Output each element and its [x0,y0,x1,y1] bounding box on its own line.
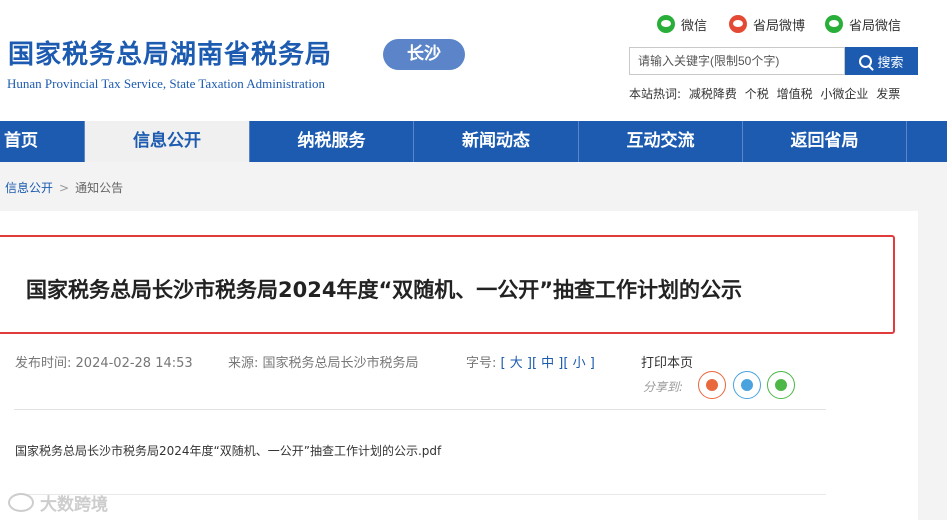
article-source: 来源: 国家税务总局长沙市税务局 [228,352,419,371]
nav-item-back-to-province[interactable]: 返回省局 [743,121,907,162]
share-wechat-button[interactable] [767,371,795,399]
watermark-text: 大数跨境 [40,495,108,515]
weibo-icon [706,379,718,391]
hot-word-link[interactable]: 小微企业 [820,87,868,101]
social-link-provincial-wechat[interactable]: 省局微信 [825,14,901,34]
publish-time: 发布时间: 2024-02-28 14:53 [15,352,193,371]
nav-item-tax-service[interactable]: 纳税服务 [250,121,414,162]
city-badge: 长沙 [383,39,465,70]
hot-words-label: 本站热词: [629,87,682,101]
site-logo-title[interactable]: 国家税务总局湖南省税务局 [8,34,332,71]
print-page-link[interactable]: 打印本页 [641,352,693,371]
wechat-icon [657,15,675,33]
attachment-link[interactable]: 国家税务总局长沙市税务局2024年度“双随机、一公开”抽查工作计划的公示.pdf [15,442,441,459]
divider [14,494,826,495]
wechat-icon [775,379,787,391]
hot-word-link[interactable]: 个税 [745,87,769,101]
qq-icon [741,379,753,391]
header: 国家税务总局湖南省税务局 长沙 Hunan Provincial Tax Ser… [0,0,947,121]
nav-item-news[interactable]: 新闻动态 [414,121,579,162]
divider [14,409,826,410]
social-link-label: 微信 [681,18,708,34]
main-nav: 首页 信息公开 纳税服务 新闻动态 互动交流 返回省局 [0,121,947,162]
breadcrumb: 信息公开 > 通知公告 [5,179,123,196]
hot-words: 本站热词: 减税降费 个税 增值税 小微企业 发票 [629,85,904,102]
font-size-switcher: 字号: [ 大 ][ 中 ][ 小 ] [466,352,595,371]
publish-time-value: 2024-02-28 14:53 [75,356,193,371]
publish-time-label: 发布时间: [15,356,72,371]
share-label: 分享到: [643,380,684,394]
nav-item-info-disclosure[interactable]: 信息公开 [85,121,250,162]
font-size-small[interactable]: [ 小 ] [563,356,594,371]
share-qq-button[interactable] [733,371,761,399]
social-link-weibo[interactable]: 省局微博 [729,14,805,34]
source-label: 来源: [228,356,259,371]
font-size-large[interactable]: [ 大 ] [501,356,532,371]
social-link-label: 省局微信 [849,18,902,34]
breadcrumb-separator: > [59,181,70,195]
search-icon [859,54,873,68]
search-button[interactable]: 搜索 [845,47,918,75]
article-title: 国家税务总局长沙市税务局2024年度“双随机、一公开”抽查工作计划的公示 [26,278,743,302]
source-value: 国家税务总局长沙市税务局 [262,356,419,371]
hot-word-link[interactable]: 减税降费 [689,87,737,101]
breadcrumb-link[interactable]: 信息公开 [5,181,53,195]
font-size-medium[interactable]: [ 中 ] [532,356,563,371]
social-link-wechat[interactable]: 微信 [657,14,707,34]
hot-word-link[interactable]: 增值税 [777,87,813,101]
nav-item-home[interactable]: 首页 [0,121,85,162]
font-size-label: 字号: [466,356,497,371]
share-weibo-button[interactable] [698,371,726,399]
hot-word-link[interactable]: 发票 [876,87,900,101]
weibo-icon [729,15,747,33]
search-button-label: 搜索 [877,55,904,71]
breadcrumb-current: 通知公告 [75,181,124,195]
chat-bubble-icon [8,493,34,512]
watermark: 大数跨境 [8,490,108,515]
site-logo-subtitle: Hunan Provincial Tax Service, State Taxa… [7,76,325,91]
nav-item-interaction[interactable]: 互动交流 [579,121,743,162]
wechat-icon [825,15,843,33]
search-input[interactable] [629,47,845,75]
social-link-label: 省局微博 [753,18,806,34]
